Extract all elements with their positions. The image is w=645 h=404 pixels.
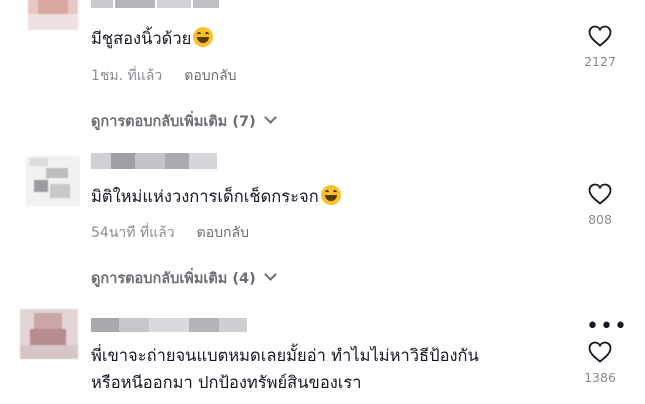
view-more-replies-button[interactable]: ดูการตอบกลับเพิ่มเติม (4)	[91, 267, 277, 290]
comment-text-line2: หรือหนีออกมา ปกป้องทรัพย์สินของเรา	[91, 373, 362, 392]
like-group: 808	[584, 183, 616, 227]
avatar[interactable]	[20, 309, 78, 359]
chevron-down-icon	[263, 111, 277, 124]
comment-text: หรือหนีออกมา ปกป้องทรัพย์สินของเรา	[91, 370, 362, 396]
heart-outline-icon[interactable]	[588, 25, 612, 47]
comment-meta: 54นาที ที่แล้ว ตอบกลับ	[91, 222, 249, 244]
like-count: 808	[588, 212, 612, 227]
grinning-sweat-emoji	[193, 27, 214, 47]
reply-button[interactable]: ตอบกลับ	[197, 225, 249, 241]
comment-text: มิติใหม่แห่งวงการเด็กเช็ดกระจก	[91, 184, 341, 210]
more-options-icon[interactable]: •••	[586, 316, 628, 338]
comment-text-content: มีชูสองนิ้วด้วย	[91, 29, 192, 48]
chevron-down-icon	[263, 268, 277, 281]
avatar[interactable]	[26, 156, 80, 206]
heart-outline-icon[interactable]	[588, 341, 612, 363]
comment-text-line1: พี่เขาจะถ่ายจนแบตหมดเลยมั้ยอ่า ทำไมไม่หา…	[91, 346, 479, 365]
view-more-replies-label: ดูการตอบกลับเพิ่มเติม (4)	[91, 271, 256, 287]
comment-timestamp: 1ชม. ที่แล้ว	[91, 68, 163, 84]
comment-text-content: มิติใหม่แห่งวงการเด็กเช็ดกระจก	[91, 187, 319, 206]
like-count: 1386	[584, 370, 616, 385]
like-group: 2127	[584, 25, 616, 69]
comment-text: มีชูสองนิ้วด้วย	[91, 26, 214, 52]
view-more-replies-label: ดูการตอบกลับเพิ่มเติม (7)	[91, 114, 256, 130]
reply-button[interactable]: ตอบกลับ	[184, 68, 236, 84]
username-blurred[interactable]	[91, 153, 217, 169]
username-blurred[interactable]	[91, 318, 247, 332]
view-more-replies-button[interactable]: ดูการตอบกลับเพิ่มเติม (7)	[91, 110, 277, 133]
like-group: 1386	[584, 341, 616, 385]
username-blurred[interactable]	[91, 0, 221, 8]
comment-meta: 1ชม. ที่แล้ว ตอบกลับ	[91, 65, 237, 87]
grinning-sweat-emoji	[320, 185, 341, 205]
comment-text: พี่เขาจะถ่ายจนแบตหมดเลยมั้ยอ่า ทำไมไม่หา…	[91, 343, 479, 369]
avatar[interactable]	[28, 0, 78, 30]
comment-timestamp: 54นาที ที่แล้ว	[91, 225, 175, 241]
heart-outline-icon[interactable]	[588, 183, 612, 205]
like-count: 2127	[584, 54, 616, 69]
